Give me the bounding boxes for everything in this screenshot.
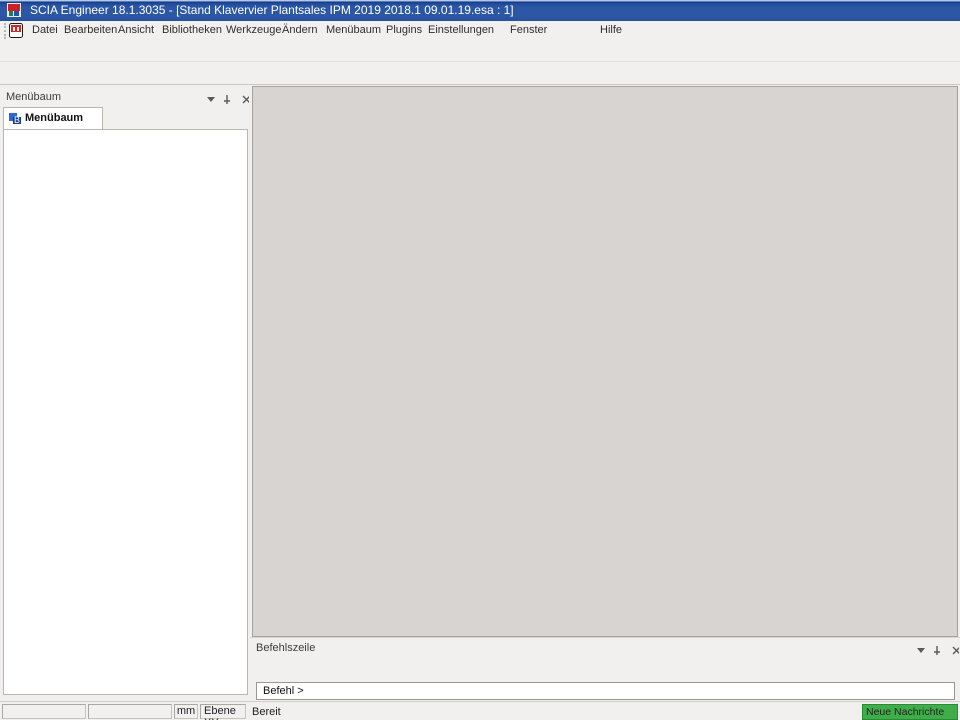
svg-text:B: B (14, 115, 20, 125)
